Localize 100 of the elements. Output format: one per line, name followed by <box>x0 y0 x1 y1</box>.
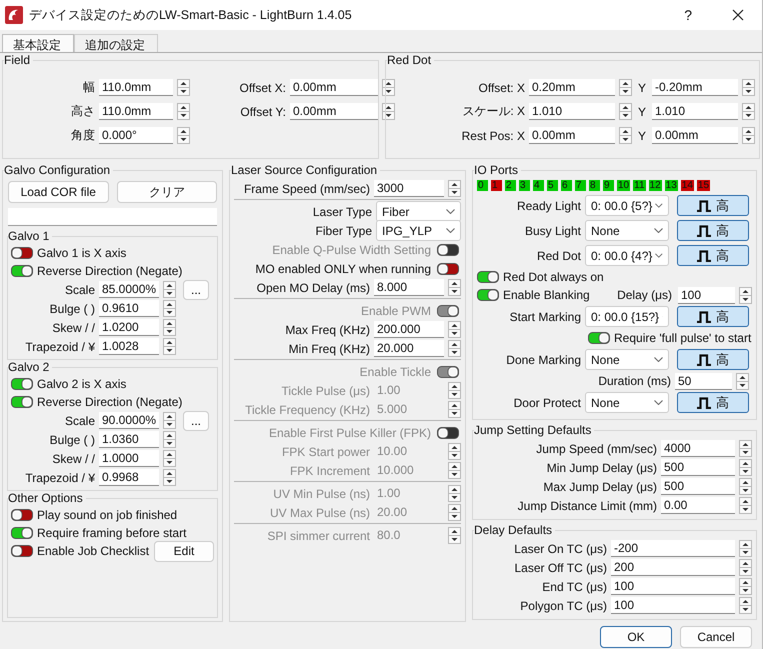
input-field[interactable]: 110.0mm <box>99 79 173 96</box>
dropdown[interactable]: Fiber <box>376 201 461 222</box>
input-field[interactable]: 0.00mm <box>290 79 378 96</box>
spin-buttons[interactable] <box>163 450 176 467</box>
input-field[interactable]: 0.20mm <box>528 79 615 96</box>
spin-buttons[interactable] <box>739 540 752 557</box>
spin-buttons[interactable] <box>382 79 395 96</box>
spin-buttons[interactable] <box>448 321 461 338</box>
output-level-button[interactable]: 高 <box>677 245 749 266</box>
toggle-switch[interactable] <box>11 378 33 390</box>
spin-buttons[interactable] <box>448 504 461 521</box>
toggle-switch[interactable] <box>437 262 459 274</box>
dropdown[interactable]: IPG_YLP <box>376 220 461 241</box>
spin-buttons[interactable] <box>163 319 176 336</box>
spin-buttons[interactable] <box>742 103 755 120</box>
dialog-button[interactable]: Cancel <box>680 626 752 648</box>
output-level-button[interactable]: 高 <box>677 349 749 370</box>
spin-buttons[interactable] <box>177 103 190 120</box>
input-field[interactable]: 0.9610 <box>99 300 159 317</box>
spin-buttons[interactable] <box>742 79 755 96</box>
tab[interactable]: 追加の設定 <box>74 34 158 52</box>
input-field[interactable]: 110.0mm <box>99 103 173 120</box>
input-field[interactable]: 500 <box>661 459 735 476</box>
spin-buttons[interactable] <box>448 485 461 502</box>
input-field[interactable]: 1.0200 <box>99 319 159 336</box>
input-field[interactable]: 8.000 <box>374 279 444 296</box>
spin-buttons[interactable] <box>739 478 752 495</box>
more-button[interactable]: ... <box>183 280 209 300</box>
input-field[interactable]: 1.0028 <box>99 338 159 355</box>
input-field[interactable]: 1.010 <box>528 103 615 120</box>
input-field[interactable]: 0.9968 <box>99 469 159 486</box>
spin-buttons[interactable] <box>448 443 461 460</box>
input-field[interactable]: 100 <box>678 286 735 304</box>
close-icon[interactable] <box>732 9 744 21</box>
dropdown[interactable]: None <box>585 349 669 370</box>
spin-buttons[interactable] <box>739 578 752 595</box>
input-field[interactable]: 0.00mm <box>290 103 378 120</box>
spin-buttons[interactable] <box>448 462 461 479</box>
output-level-button[interactable]: 高 <box>677 220 749 241</box>
more-button[interactable]: ... <box>183 410 209 430</box>
dialog-button[interactable]: OK <box>600 626 672 648</box>
spin-buttons[interactable] <box>739 286 752 304</box>
toggle-switch[interactable] <box>588 332 610 344</box>
spin-buttons[interactable] <box>163 300 176 317</box>
spin-buttons[interactable] <box>448 340 461 357</box>
spin-buttons[interactable] <box>448 180 461 197</box>
input-field[interactable]: 0.00mm <box>528 127 615 144</box>
input-field[interactable]: 1.0000 <box>99 450 159 467</box>
spin-buttons[interactable] <box>382 103 395 120</box>
spin-buttons[interactable] <box>448 527 461 544</box>
dropdown[interactable]: 0: 00.0 {15?} <box>585 306 669 327</box>
spin-buttons[interactable] <box>739 459 752 476</box>
toggle-switch[interactable] <box>477 271 499 283</box>
input-field[interactable]: 4000 <box>661 440 735 457</box>
input-field[interactable]: 0.00 <box>661 497 735 514</box>
input-field[interactable]: 85.0000% <box>99 281 159 298</box>
input-field[interactable]: -0.20mm <box>652 79 738 96</box>
spin-buttons[interactable] <box>163 469 176 486</box>
input-field[interactable]: 200 <box>611 559 735 576</box>
spin-buttons[interactable] <box>163 338 176 355</box>
spin-buttons[interactable] <box>618 79 632 96</box>
spin-buttons[interactable] <box>177 127 190 144</box>
input-field[interactable]: 3000 <box>374 180 444 197</box>
toggle-switch[interactable] <box>11 247 33 259</box>
input-field[interactable]: 50 <box>675 372 732 390</box>
dropdown[interactable]: 0: 00.0 {4?} <box>585 245 669 266</box>
input-field[interactable]: 0.000° <box>99 127 173 144</box>
input-field[interactable]: 20.000 <box>374 340 444 357</box>
clear-button[interactable]: クリア <box>116 181 217 203</box>
toggle-switch[interactable] <box>477 289 499 301</box>
toggle-switch[interactable] <box>11 527 33 539</box>
spin-buttons[interactable] <box>448 401 461 418</box>
file-path-field[interactable] <box>8 208 217 226</box>
spin-buttons[interactable] <box>739 497 752 514</box>
spin-buttons[interactable] <box>736 372 749 390</box>
tab[interactable]: 基本設定 <box>2 34 74 52</box>
spin-buttons[interactable] <box>618 103 632 120</box>
spin-buttons[interactable] <box>163 431 176 448</box>
dropdown[interactable]: None <box>585 220 669 241</box>
dropdown[interactable]: 0: 00.0 {5?} <box>585 195 669 216</box>
input-field[interactable]: 1.010 <box>652 103 738 120</box>
input-field[interactable]: 90.0000% <box>99 412 159 429</box>
load-button[interactable]: Load COR file <box>8 181 108 203</box>
input-field[interactable]: 1.0360 <box>99 431 159 448</box>
spin-buttons[interactable] <box>163 281 176 298</box>
spin-buttons[interactable] <box>448 382 461 399</box>
output-level-button[interactable]: 高 <box>677 306 749 327</box>
toggle-switch[interactable] <box>11 509 33 521</box>
spin-buttons[interactable] <box>163 412 176 429</box>
spin-buttons[interactable] <box>448 279 461 296</box>
input-field[interactable]: 500 <box>661 478 735 495</box>
help-button[interactable]: ? <box>684 7 692 23</box>
toggle-switch[interactable] <box>11 265 33 277</box>
toggle-switch[interactable] <box>11 545 33 557</box>
spin-buttons[interactable] <box>739 559 752 576</box>
spin-buttons[interactable] <box>742 127 755 144</box>
input-field[interactable]: 100 <box>611 597 735 614</box>
input-field[interactable]: 0.00mm <box>652 127 738 144</box>
output-level-button[interactable]: 高 <box>677 392 749 413</box>
input-field[interactable]: -200 <box>611 540 735 557</box>
